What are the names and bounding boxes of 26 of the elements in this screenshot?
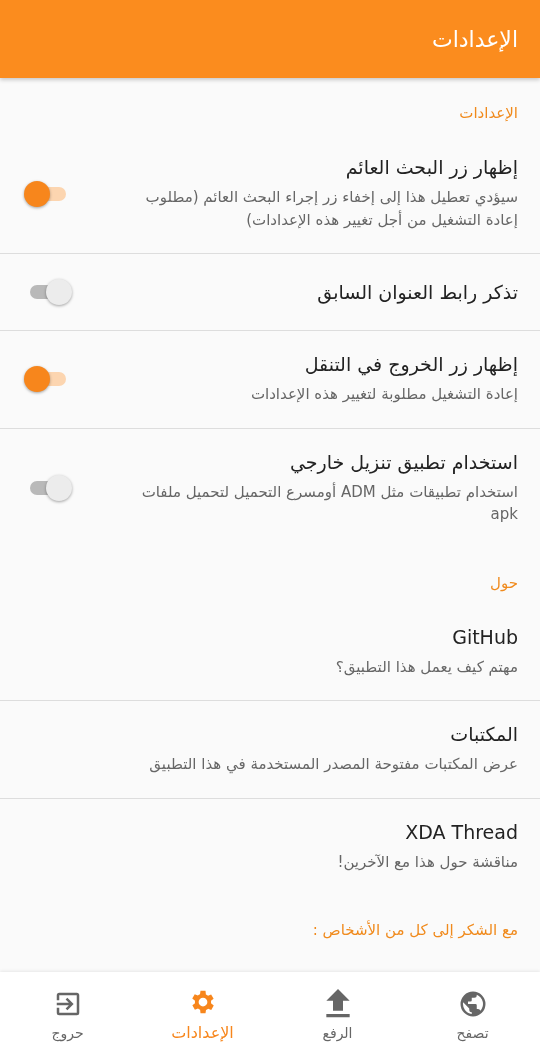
preference-title: GitHub [451,625,518,648]
nav-tab[interactable]: الرفع [287,988,388,1041]
section-header: الإعدادات [458,103,519,124]
preference-title: XDA Thread [404,820,518,843]
preference-item[interactable]: المكتبات عرض المكتبات مفتوحة المصدر المستخدمة في هذا التطبيق [0,701,540,799]
preference-item[interactable]: تذكر رابط العنوان السابق [0,254,540,331]
preference-title: استخدام تطبيق تنزيل خارجي [289,450,518,473]
preference-item[interactable]: استخدام تطبيق تنزيل خارجي استخدام تطبيقات مثل ADM أومسرع التحميل لتحميل ملفات apk [0,428,540,548]
preference-title: تذكر رابط العنوان السابق [317,281,518,303]
preference-title: إظهار زر البحث العائم [344,156,518,178]
preference-summary: إعادة التشغيل مطلوبة لتغيير هذه الإعدادات [250,384,518,405]
section-header: مع الشكر إلى كل من الأشخاص : [311,919,519,941]
preference-summary: عرض المكتبات مفتوحة المصدر المستخدمة في هذا التطبيق [149,754,518,776]
preference-summary: سيؤدي تعطيل هذا إلى إخفاء زر إجراء البحث العائم (مطلوب إعادة التشغيل من أجل تغيير هذه الإعدادات) [144,187,518,231]
app-bar-title: الإعدادات [431,26,518,52]
preference-summary: مناقشة حول هذا مع الآخرين! [337,851,518,873]
nav-tab[interactable]: تصفح [422,988,523,1041]
section-header: حول [489,572,519,594]
nav-tab[interactable]: حروج [17,988,118,1041]
preference-item[interactable]: إظهار زر الخروج في التنقل إعادة التشغيل مطلوبة لتغيير هذه الإعدادات [0,331,540,429]
preference-summary: استخدام تطبيقات مثل ADM أومسرع التحميل لتحميل ملفات apk [140,481,518,525]
upload-icon [323,988,352,1019]
preference-item[interactable]: إظهار زر البحث العائم سيؤدي تعطيل هذا إلى إخفاء زر إجراء البحث العائم (مطلوب إعادة التشغيل من أجل تغيير هذه الإعدادات) [0,134,540,254]
preference-summary: مهتم كيف يعمل هذا التطبيق؟ [335,656,518,678]
preference-title: إظهار زر الخروج في التنقل [303,353,518,375]
preference-title: المكتبات [449,723,518,745]
